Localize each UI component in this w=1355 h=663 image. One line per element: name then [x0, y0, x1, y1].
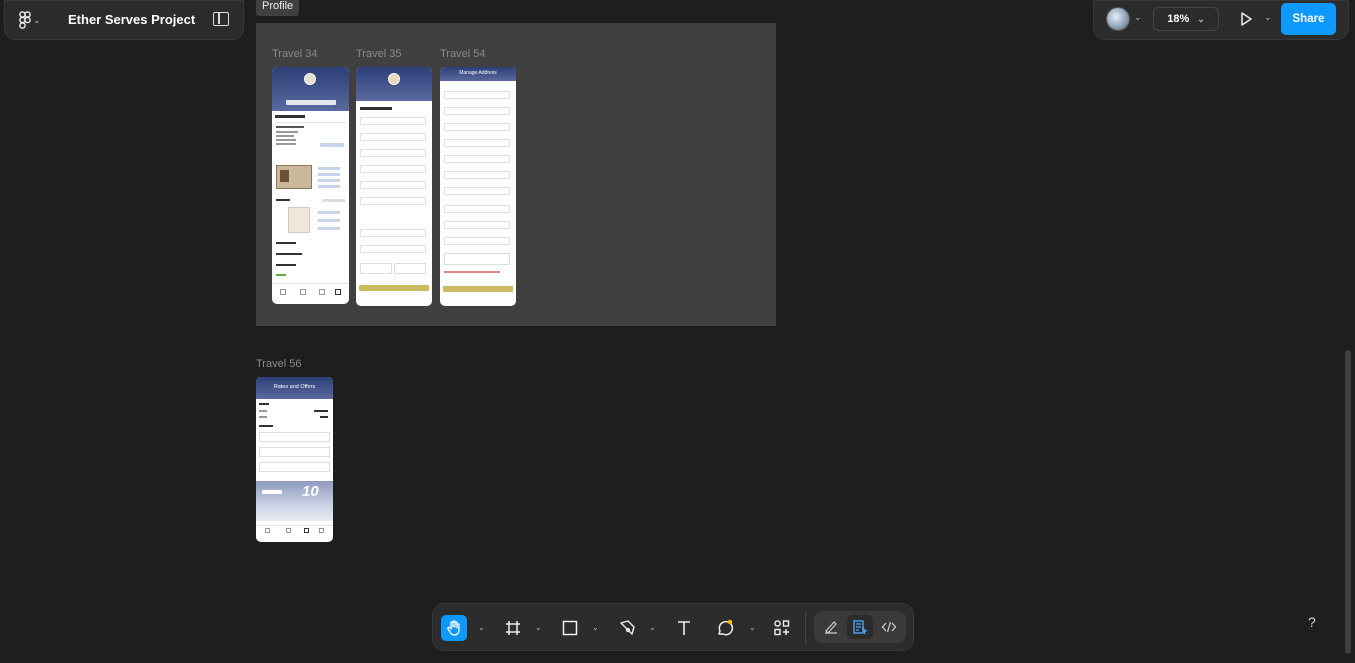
- help-button[interactable]: ?: [1308, 614, 1316, 630]
- header-title: Rates and Offers: [273, 384, 316, 390]
- save-button: [359, 285, 429, 291]
- sidebar-toggle-icon[interactable]: [213, 12, 229, 26]
- chevron-down-icon[interactable]: ⌄: [1134, 12, 1142, 23]
- header-title: Manage Address: [459, 70, 497, 76]
- chevron-down-icon[interactable]: ⌄: [649, 623, 656, 632]
- frame-tool-icon[interactable]: [500, 615, 526, 641]
- complete-profile-button: [286, 100, 336, 105]
- main-menu-button[interactable]: ⌄: [19, 11, 49, 29]
- present-play-icon[interactable]: [1237, 10, 1255, 28]
- project-title[interactable]: Ether Serves Project: [68, 12, 195, 27]
- dev-mode-icon[interactable]: [877, 615, 901, 639]
- frame-label[interactable]: Travel 34: [272, 48, 317, 60]
- chevron-down-icon: ⌄: [33, 14, 41, 25]
- text-tool-icon[interactable]: [671, 615, 697, 641]
- frame-label[interactable]: Travel 56: [256, 358, 301, 370]
- frame-label[interactable]: Travel 35: [356, 48, 401, 60]
- promo-banner: [256, 481, 333, 521]
- hand-tool-icon[interactable]: [441, 615, 467, 641]
- chevron-down-icon[interactable]: ⌄: [592, 623, 599, 632]
- mode-switcher: [814, 611, 906, 643]
- chevron-down-icon[interactable]: ⌄: [1264, 12, 1272, 23]
- design-mode-icon[interactable]: [847, 615, 873, 639]
- avatar: [304, 73, 316, 85]
- address-document-image: [288, 207, 310, 233]
- pen-tool-icon[interactable]: [614, 615, 640, 641]
- promo-percent: 10: [302, 483, 319, 500]
- vertical-scrollbar[interactable]: [1345, 350, 1351, 654]
- figma-logo-icon: [19, 11, 31, 29]
- chevron-down-icon: ⌄: [1197, 13, 1205, 24]
- section-heading: [275, 115, 305, 118]
- chevron-down-icon[interactable]: ⌄: [478, 623, 485, 632]
- rectangle-tool-icon[interactable]: [557, 615, 583, 641]
- avatar: [388, 73, 400, 85]
- frame-travel-34[interactable]: [272, 67, 349, 304]
- save-button: [443, 286, 513, 292]
- avatar[interactable]: [1106, 7, 1130, 31]
- draw-mode-icon[interactable]: [819, 615, 843, 639]
- actions-tool-icon[interactable]: [769, 615, 795, 641]
- section-name-tag[interactable]: Profile: [256, 0, 300, 16]
- frame-travel-56[interactable]: Rates and Offers 10: [256, 377, 333, 542]
- share-button[interactable]: Share: [1281, 3, 1336, 35]
- zoom-value: 18%: [1167, 13, 1190, 25]
- zoom-dropdown[interactable]: 18% ⌄: [1153, 7, 1219, 31]
- toolbar-divider: [805, 612, 806, 644]
- chevron-down-icon[interactable]: ⌄: [535, 623, 542, 632]
- frame-label[interactable]: Travel 54: [440, 48, 485, 60]
- header-actions-panel: ⌄ 18% ⌄ ⌄ Share: [1093, 0, 1349, 40]
- comment-tool-icon[interactable]: [712, 615, 738, 641]
- file-menu-panel: ⌄ Ether Serves Project: [4, 0, 244, 40]
- chevron-down-icon[interactable]: ⌄: [749, 623, 756, 632]
- frame-travel-35[interactable]: [356, 67, 432, 306]
- section-heading: [360, 107, 392, 110]
- frame-travel-54[interactable]: Manage Address: [440, 67, 516, 306]
